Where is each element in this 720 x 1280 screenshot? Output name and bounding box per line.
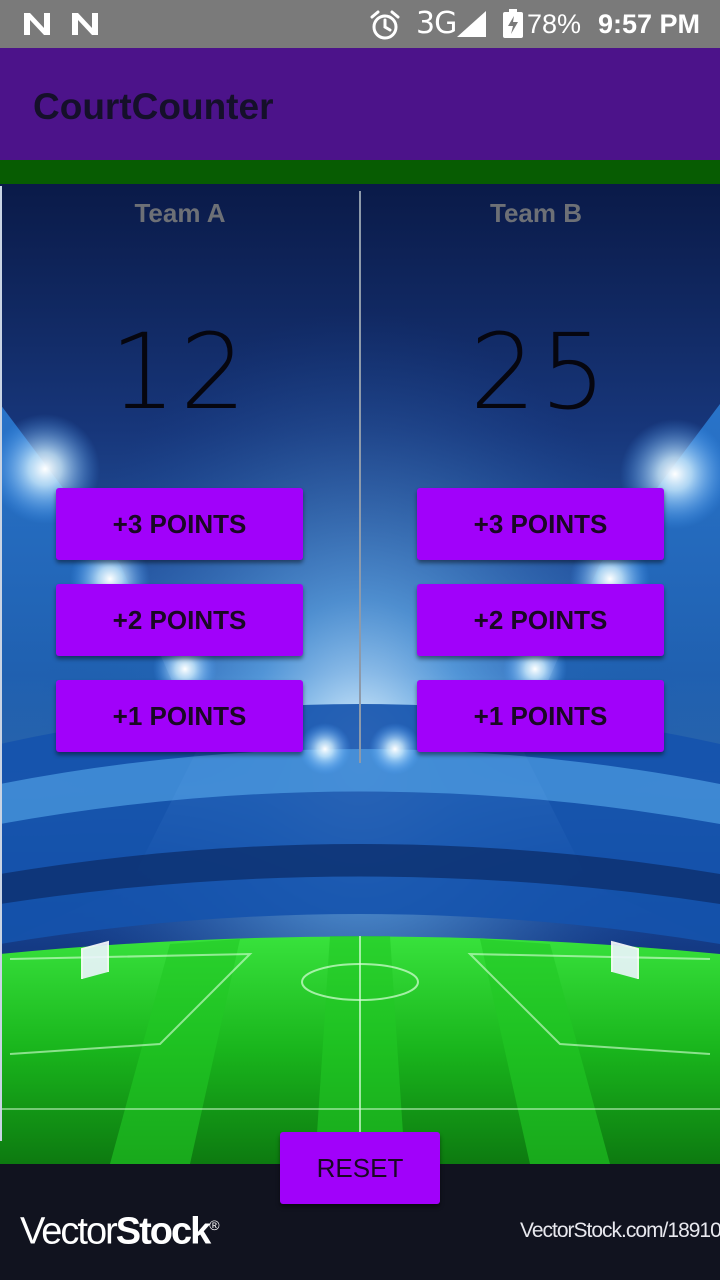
notification-n-icon <box>24 13 50 35</box>
team-a-score: 12 <box>109 311 251 433</box>
team-b-add-2-button[interactable]: +2 POINTS <box>417 584 664 656</box>
vectorstock-logo: VectorStock® <box>20 1202 220 1255</box>
notification-n-icon <box>72 13 98 35</box>
content-edge <box>0 186 2 1141</box>
signal-icon <box>457 11 486 37</box>
team-a-name: Team A <box>134 198 226 228</box>
team-b-score: 25 <box>469 311 611 433</box>
team-b-name: Team B <box>490 198 582 228</box>
team-a-add-3-button[interactable]: +3 POINTS <box>56 488 303 560</box>
logo-regular-text: Vector <box>20 1210 118 1253</box>
app-title: CourtCounter <box>33 86 274 127</box>
registered-mark: ® <box>209 1217 220 1233</box>
battery-percentage: 78% <box>527 9 582 39</box>
status-bar: 3G 78% 9:57 PM <box>0 0 720 48</box>
team-b-add-1-button[interactable]: +1 POINTS <box>417 680 664 752</box>
team-divider <box>359 191 361 763</box>
team-b-add-3-button[interactable]: +3 POINTS <box>417 488 664 560</box>
network-type-label: 3G <box>416 6 457 41</box>
alarm-clock-icon <box>370 10 400 40</box>
vectorstock-url: VectorStock.com/18910520 <box>520 1219 720 1242</box>
reset-button[interactable]: RESET <box>280 1132 440 1204</box>
team-a-add-2-button[interactable]: +2 POINTS <box>56 584 303 656</box>
battery-charging-icon <box>503 9 523 38</box>
score-board: Team A 12 +3 POINTS +2 POINTS +1 POINTS … <box>0 184 720 1164</box>
clock: 9:57 PM <box>598 9 701 39</box>
team-a-add-1-button[interactable]: +1 POINTS <box>56 680 303 752</box>
logo-bold-text: Stock <box>115 1210 211 1253</box>
accent-strip <box>0 160 720 184</box>
